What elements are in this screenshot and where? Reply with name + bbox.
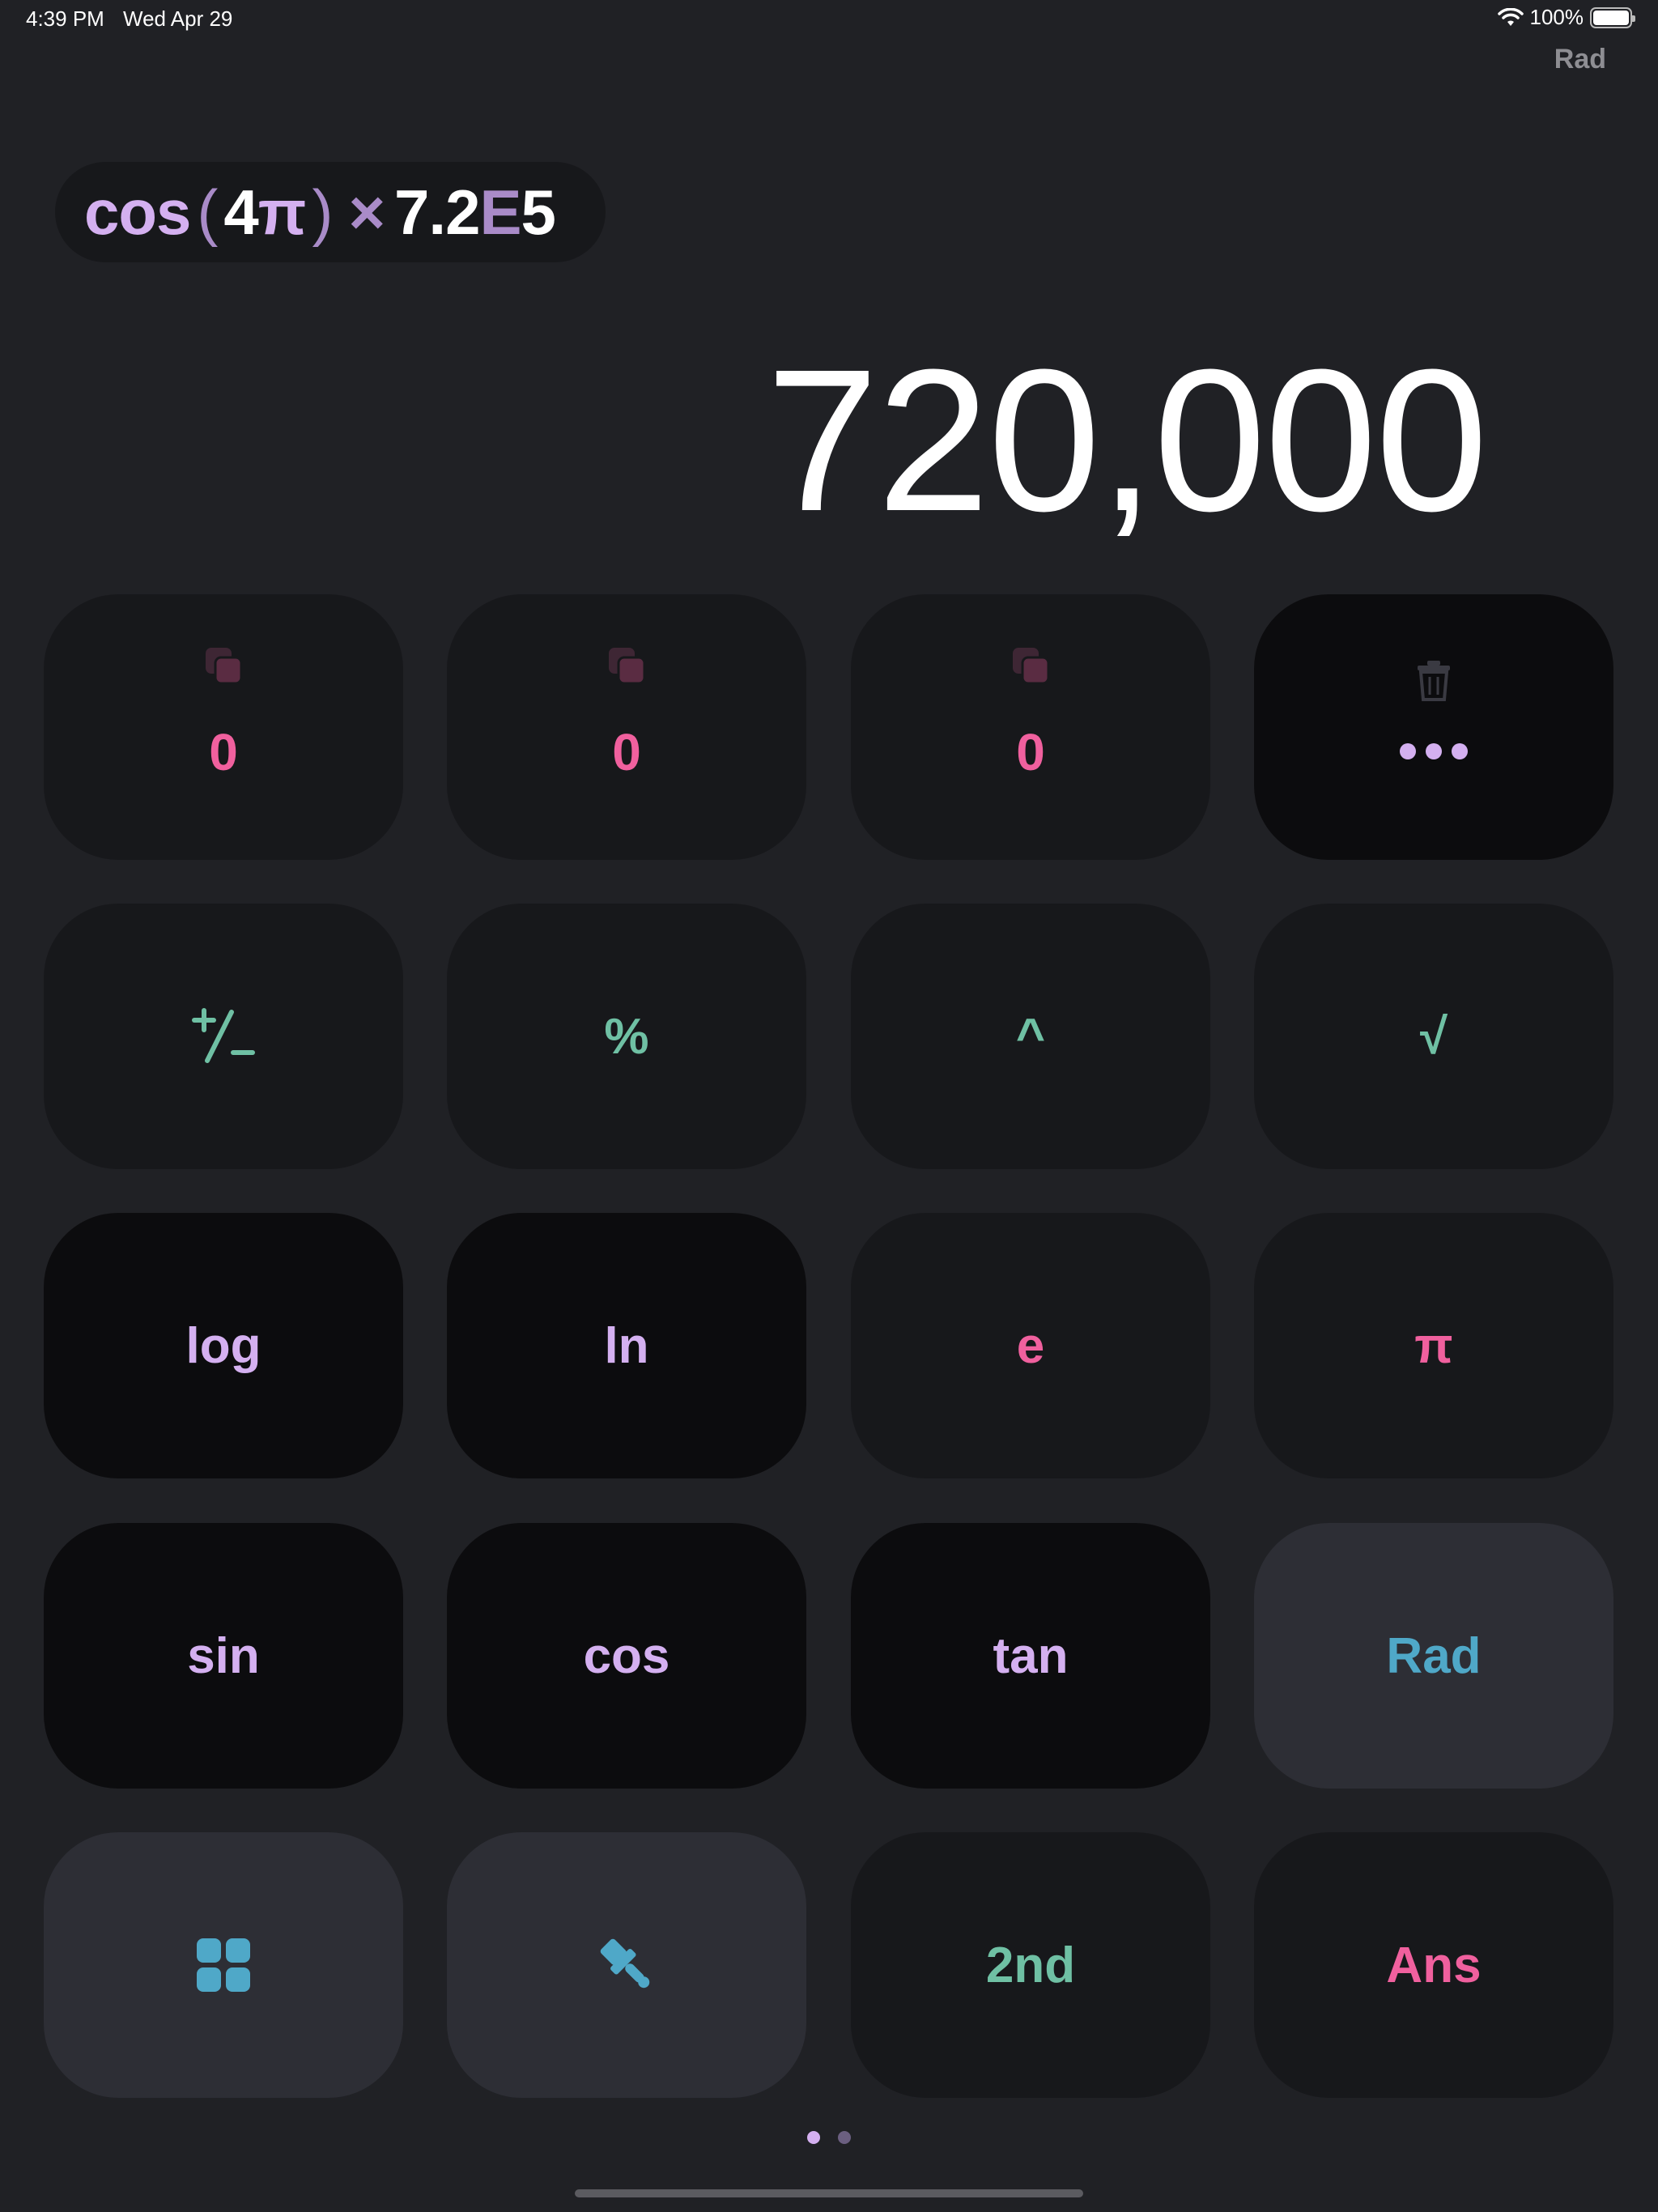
power-button[interactable]: ^ [851, 904, 1210, 1169]
result-display[interactable]: 720,000 [766, 324, 1488, 556]
angle-mode-label[interactable]: Rad [1554, 44, 1606, 75]
status-right: 100% [1497, 5, 1635, 30]
expr-open-paren: ( [197, 176, 218, 248]
ln-button[interactable]: ln [447, 1213, 806, 1478]
percent-button[interactable]: % [447, 904, 806, 1169]
expr-arg-number: 4 [223, 176, 258, 248]
expr-exponent: 5 [521, 176, 556, 248]
expr-function: cos [84, 176, 191, 248]
trash-icon [1418, 661, 1450, 701]
second-function-button[interactable]: 2nd [851, 1832, 1210, 2098]
more-icon [1400, 743, 1468, 759]
copy-icon [609, 648, 646, 685]
status-date: Wed Apr 29 [123, 6, 233, 31]
grid-icon [197, 1938, 250, 1992]
e-button[interactable]: e [851, 1213, 1210, 1478]
rad-button[interactable]: Rad [1254, 1523, 1613, 1789]
memory-value: 0 [612, 723, 641, 781]
status-time: 4:39 PM [26, 6, 104, 31]
expr-pi: π [257, 176, 307, 248]
pi-button[interactable]: π [1254, 1213, 1613, 1478]
expr-mantissa: 7.2 [394, 176, 480, 248]
wifi-icon [1497, 7, 1524, 26]
expr-close-paren: ) [312, 176, 334, 248]
memory-options-button[interactable] [1254, 594, 1613, 860]
page-dot [838, 2131, 851, 2144]
memory-slot-1[interactable]: 0 [44, 594, 403, 860]
tan-button[interactable]: tan [851, 1523, 1210, 1789]
log-button[interactable]: log [44, 1213, 403, 1478]
copy-icon [206, 648, 243, 685]
expr-multiply: × [348, 176, 385, 248]
functions-grid-button[interactable] [44, 1832, 403, 2098]
sin-button[interactable]: sin [44, 1523, 403, 1789]
memory-slot-2[interactable]: 0 [447, 594, 806, 860]
expression-display[interactable]: cos ( 4 π ) × 7.2 E 5 [55, 162, 606, 262]
theme-button[interactable] [447, 1832, 806, 2098]
copy-icon [1013, 648, 1050, 685]
ans-button[interactable]: Ans [1254, 1832, 1613, 2098]
plus-minus-icon [192, 1008, 255, 1063]
page-dot-active [807, 2131, 820, 2144]
memory-value: 0 [209, 723, 238, 781]
memory-value: 0 [1016, 723, 1045, 781]
battery-icon [1590, 6, 1635, 28]
home-indicator[interactable] [575, 2189, 1083, 2197]
sqrt-button[interactable]: √ [1254, 904, 1613, 1169]
battery-percent: 100% [1529, 5, 1584, 29]
expr-exp-symbol: E [479, 176, 521, 248]
paintbrush-icon [600, 1938, 650, 1989]
page-indicator[interactable] [0, 2131, 1658, 2144]
plus-minus-button[interactable] [44, 904, 403, 1169]
memory-slot-3[interactable]: 0 [851, 594, 1210, 860]
cos-button[interactable]: cos [447, 1523, 806, 1789]
calculator-screen: 4:39 PM Wed Apr 29 100% Rad cos ( 4 π ) … [0, 0, 1658, 2212]
